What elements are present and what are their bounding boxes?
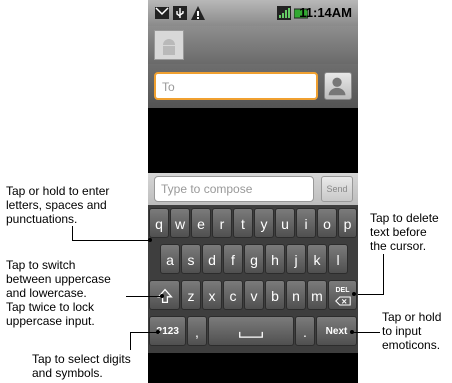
annotation-line: Tap or hold to enter [6, 184, 110, 198]
annotation-line: to input [382, 324, 422, 338]
annotation-line: Tap to switch [6, 258, 76, 272]
key-k[interactable]: k [307, 244, 327, 274]
contact-icon [328, 77, 346, 96]
space-key[interactable] [208, 316, 294, 346]
key-j[interactable]: j [286, 244, 306, 274]
callout-line [130, 332, 131, 350]
annotation-line: punctuations. [6, 212, 78, 226]
key-x[interactable]: x [202, 280, 222, 310]
annotation-delete: Tap to delete text before the cursor. [370, 211, 439, 253]
annotation-line: text before [370, 225, 427, 239]
to-field[interactable]: To [154, 72, 318, 100]
callout-line [352, 332, 380, 333]
callout-dot [160, 294, 164, 298]
shift-key[interactable] [149, 280, 180, 310]
annotation-line: uppercase input. [6, 314, 95, 328]
android-avatar-icon [154, 30, 184, 60]
status-clock: 11:14AM [299, 5, 352, 20]
symbols-key[interactable]: ?123 [149, 316, 186, 346]
phone-screen: 11:14AM To Type to compose Send q w e r … [148, 0, 358, 383]
comma-key[interactable]: , [187, 316, 207, 346]
annotation-line: Tap to select digits [32, 352, 131, 366]
annotation-letters: Tap or hold to enter letters, spaces and… [6, 184, 109, 226]
to-placeholder: To [162, 80, 175, 94]
annotation-line: between uppercase [6, 272, 111, 286]
annotation-line: Tap to delete [370, 211, 439, 225]
status-bar: 11:14AM [148, 0, 358, 26]
key-h[interactable]: h [265, 244, 285, 274]
title-bar [148, 26, 358, 64]
key-w[interactable]: w [170, 208, 190, 238]
callout-line [126, 296, 162, 297]
annotation-line: emoticons. [382, 338, 441, 352]
message-notification-icon [155, 7, 169, 19]
compose-area: Type to compose Send [148, 173, 358, 205]
signal-strength-icon [277, 6, 291, 20]
warning-icon [191, 6, 205, 20]
annotation-symbols: Tap to select digits and symbols. [32, 352, 131, 380]
callout-dot [350, 330, 354, 334]
soft-keyboard: q w e r t y u i o p a s d f g h j k l z … [148, 205, 358, 353]
key-l[interactable]: l [328, 244, 348, 274]
key-c[interactable]: c [223, 280, 243, 310]
key-v[interactable]: v [244, 280, 264, 310]
key-i[interactable]: i [296, 208, 316, 238]
key-a[interactable]: a [160, 244, 180, 274]
callout-line [130, 332, 158, 333]
key-t[interactable]: t [233, 208, 253, 238]
key-s[interactable]: s [181, 244, 201, 274]
key-m[interactable]: m [307, 280, 327, 310]
key-r[interactable]: r [212, 208, 232, 238]
add-contact-button[interactable] [324, 72, 352, 100]
annotation-line: letters, spaces and [6, 198, 107, 212]
annotation-emoticons: Tap or hold to input emoticons. [382, 310, 441, 352]
key-o[interactable]: o [317, 208, 337, 238]
callout-line [358, 294, 384, 295]
annotation-line: Tap or hold [382, 310, 442, 324]
key-y[interactable]: y [254, 208, 274, 238]
key-u[interactable]: u [275, 208, 295, 238]
key-b[interactable]: b [265, 280, 285, 310]
key-z[interactable]: z [181, 280, 201, 310]
annotation-line: and lowercase. [6, 286, 87, 300]
usb-icon [173, 6, 187, 20]
period-key[interactable]: . [295, 316, 315, 346]
key-p[interactable]: p [338, 208, 357, 238]
annotation-line: the cursor. [370, 239, 427, 253]
recipient-area: To [148, 64, 358, 108]
key-f[interactable]: f [223, 244, 243, 274]
key-e[interactable]: e [191, 208, 211, 238]
send-button[interactable]: Send [321, 176, 353, 202]
annotation-line: and symbols. [32, 366, 103, 380]
key-q[interactable]: q [149, 208, 169, 238]
annotation-shift: Tap to switch between uppercase and lowe… [6, 258, 111, 328]
annotation-line: Tap twice to lock [6, 300, 95, 314]
callout-dot [352, 292, 356, 296]
compose-placeholder: Type to compose [161, 182, 253, 196]
backspace-icon [334, 296, 351, 306]
callout-line [72, 240, 150, 241]
callout-dot [156, 330, 160, 334]
callout-dot [148, 238, 152, 242]
key-d[interactable]: d [202, 244, 222, 274]
message-thread [148, 108, 358, 173]
callout-line [383, 254, 384, 295]
key-g[interactable]: g [244, 244, 264, 274]
space-bar-icon [239, 331, 263, 338]
callout-line [72, 226, 73, 241]
key-n[interactable]: n [286, 280, 306, 310]
compose-field[interactable]: Type to compose [154, 176, 314, 202]
